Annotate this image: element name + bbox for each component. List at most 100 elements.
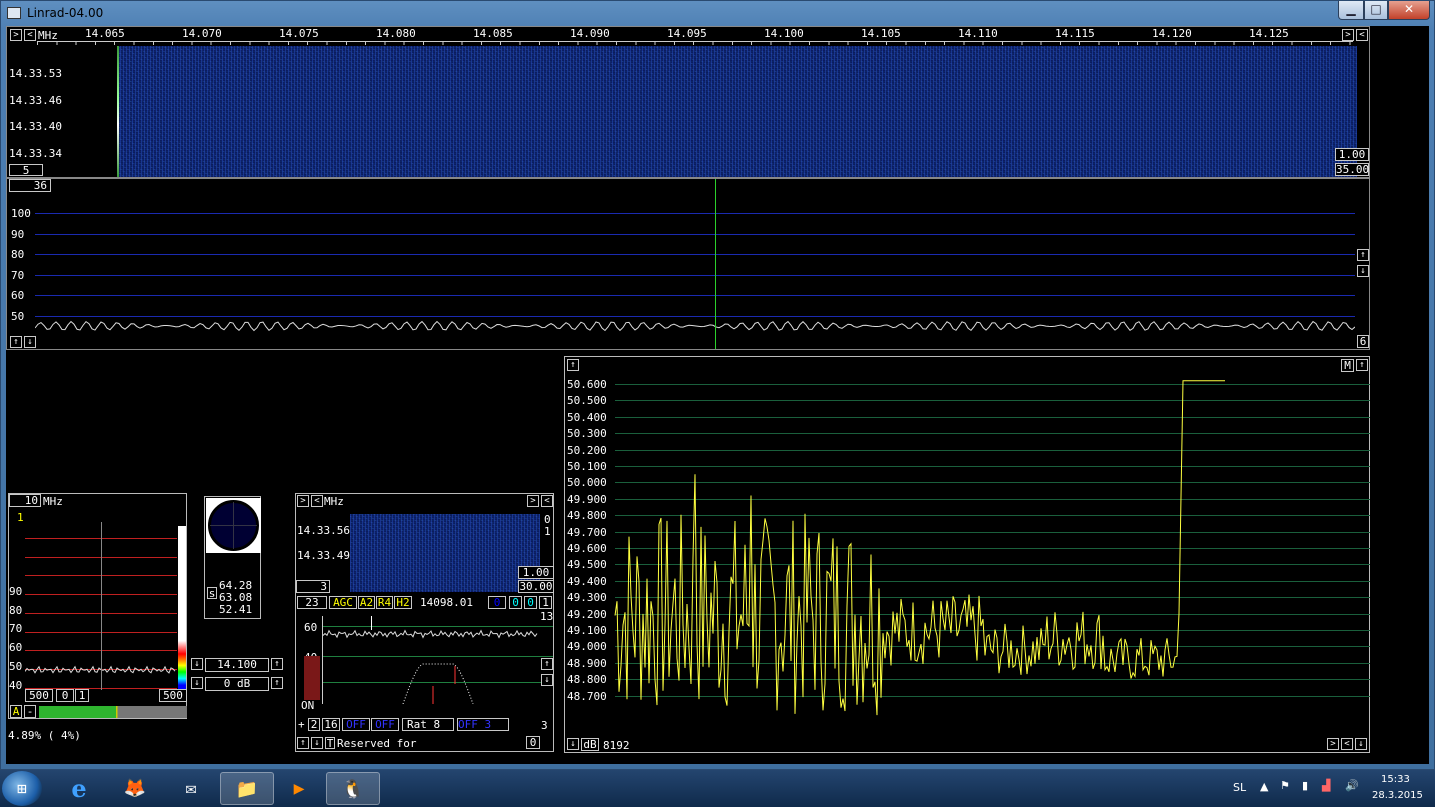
bb-control-button[interactable]: R4 bbox=[376, 596, 393, 609]
main-waterfall-image[interactable] bbox=[117, 46, 1357, 177]
bb-off-button[interactable]: OFF 3 bbox=[457, 718, 509, 731]
frequency-box[interactable]: 14.100 bbox=[205, 658, 269, 672]
maximize-button[interactable]: □ bbox=[1364, 1, 1388, 20]
sgraph-down-arrow[interactable]: ↓ bbox=[567, 738, 579, 750]
bb-end-box[interactable]: 0 bbox=[526, 736, 540, 749]
freq-down-arrow[interactable]: ↓ bbox=[191, 658, 203, 670]
waterfall-left-box[interactable]: 5 bbox=[9, 164, 43, 176]
baseband-waterfall[interactable] bbox=[350, 514, 540, 592]
bb-left-box[interactable]: 3 bbox=[296, 580, 330, 593]
spectrum-down-arrow[interactable]: ↓ bbox=[1357, 265, 1369, 277]
window-title: Linrad-04.00 bbox=[27, 6, 104, 20]
taskbar-firefox-icon[interactable]: 🦊 bbox=[108, 772, 162, 805]
bb-right-arrow-2[interactable]: < bbox=[541, 495, 553, 507]
app-icon bbox=[7, 7, 21, 19]
title-bar[interactable]: Linrad-04.00 ▁ □ ✕ bbox=[1, 1, 1435, 26]
bb-control-button[interactable]: 0 bbox=[509, 596, 522, 609]
minimize-button[interactable]: ▁ bbox=[1338, 1, 1364, 20]
bb-range-box[interactable]: 30.00 bbox=[518, 580, 554, 593]
bb-control-button[interactable]: A2 bbox=[358, 596, 375, 609]
bb-left-up-arrow[interactable]: ↑ bbox=[297, 737, 309, 749]
s-meter-box-1[interactable]: 500 bbox=[25, 689, 53, 702]
taskbar-explorer-icon[interactable]: 📁 bbox=[220, 772, 274, 805]
freq-tick-label: 14.075 bbox=[279, 27, 319, 40]
bb-reserved-text: Reserved for bbox=[337, 737, 417, 750]
taskbar-mail-icon[interactable]: ✉ bbox=[164, 772, 218, 805]
clock-date[interactable]: 28.3.2015 bbox=[1372, 790, 1423, 801]
freq-tick-label: 14.085 bbox=[473, 27, 513, 40]
bb-control-button[interactable]: 0 bbox=[488, 596, 506, 609]
sgraph-left-arrow[interactable]: < bbox=[1341, 738, 1353, 750]
s-meter-unit: MHz bbox=[43, 495, 63, 508]
bb-up-arrow[interactable]: ↑ bbox=[541, 658, 553, 670]
bb-plus-button[interactable]: + bbox=[298, 718, 305, 731]
tray-volume-icon[interactable]: 🔊 bbox=[1345, 779, 1359, 792]
scroll-right-arrow-2[interactable]: < bbox=[1356, 29, 1368, 41]
s-meter-color-bar bbox=[178, 526, 186, 690]
s-meter-box-2[interactable]: 0 bbox=[56, 689, 74, 702]
spectrum-db-label: 60 bbox=[11, 289, 25, 303]
waterfall-gain-box[interactable]: 1.00 bbox=[1335, 148, 1369, 161]
s-meter-db-label: 80 bbox=[9, 603, 23, 617]
waterfall-time-label: 14.33.53 bbox=[9, 67, 62, 80]
bb-level-bar bbox=[304, 656, 320, 700]
s-meter-db-labels: 90 80 70 60 50 40 bbox=[9, 522, 25, 692]
bb-down-arrow[interactable]: ↓ bbox=[541, 674, 553, 686]
taskbar-ie-icon[interactable]: e bbox=[52, 772, 106, 805]
gain-up-arrow[interactable]: ↑ bbox=[271, 677, 283, 689]
clock-time[interactable]: 15:33 bbox=[1381, 774, 1410, 785]
bb-bottom-button[interactable]: 16 bbox=[322, 718, 340, 731]
baseband-panel: > < MHz > < 14.33.56 14.33.49 0 1 3 1.00… bbox=[295, 493, 554, 752]
bb-control-button[interactable]: 1 bbox=[539, 596, 552, 609]
tray-show-hidden-icon[interactable]: ▲ bbox=[1260, 780, 1268, 793]
tuning-marker-line[interactable] bbox=[715, 179, 716, 349]
bb-right-arrow[interactable]: > bbox=[527, 495, 539, 507]
spectrum-db-label: 100 bbox=[11, 207, 31, 220]
tray-battery-icon[interactable]: ▮ bbox=[1302, 779, 1308, 792]
freq-up-arrow[interactable]: ↑ bbox=[271, 658, 283, 670]
bb-control-button[interactable]: 23 bbox=[297, 596, 327, 609]
close-button[interactable]: ✕ bbox=[1388, 1, 1430, 20]
bb-off-button[interactable]: OFF bbox=[371, 718, 399, 731]
language-indicator[interactable]: SL bbox=[1233, 781, 1246, 794]
bb-left-down-arrow[interactable]: ↓ bbox=[311, 737, 323, 749]
bb-control-button[interactable]: 0 bbox=[524, 596, 537, 609]
s-meter-dash-button[interactable]: - bbox=[24, 705, 36, 718]
tray-network-icon[interactable]: ▟ bbox=[1322, 779, 1330, 792]
scope-panel: s 64.28 63.08 52.41 bbox=[204, 496, 261, 619]
bb-time-1: 14.33.56 bbox=[297, 524, 350, 537]
gain-down-arrow[interactable]: ↓ bbox=[191, 677, 203, 689]
bb-left-arrow-2[interactable]: < bbox=[311, 495, 323, 507]
bb-t-button[interactable]: T bbox=[325, 737, 335, 749]
s-meter-a-button[interactable]: A bbox=[10, 705, 22, 718]
bb-control-button[interactable]: AGC bbox=[329, 596, 357, 609]
taskbar-linrad-icon[interactable]: 🐧 bbox=[326, 772, 380, 805]
bb-rat-button[interactable]: Rat 8 bbox=[402, 718, 454, 731]
scroll-right-arrow[interactable]: > bbox=[1342, 29, 1354, 41]
scope-s-label[interactable]: s bbox=[207, 587, 217, 599]
gain-box[interactable]: 0 dB bbox=[205, 677, 269, 691]
sgraph-db-button[interactable]: dB bbox=[581, 738, 599, 751]
tray-flag-icon[interactable]: ⚑ bbox=[1280, 779, 1290, 792]
spectrum-up-arrow[interactable]: ↑ bbox=[1357, 249, 1369, 261]
sgraph-right-down-arrow[interactable]: ↓ bbox=[1355, 738, 1367, 750]
waterfall-range-box[interactable]: 35.00 bbox=[1335, 163, 1369, 176]
spectrum-left-down-arrow[interactable]: ↓ bbox=[24, 336, 36, 348]
sgraph-right-arrow[interactable]: > bbox=[1327, 738, 1339, 750]
bb-bottom-button[interactable]: 2 bbox=[308, 718, 320, 731]
s-meter-box-3[interactable]: 1 bbox=[75, 689, 89, 702]
start-button[interactable]: ⊞ bbox=[2, 771, 42, 806]
bb-gain-box[interactable]: 1.00 bbox=[518, 566, 554, 579]
bb-control-button[interactable]: H2 bbox=[394, 596, 412, 609]
freq-ruler[interactable] bbox=[37, 41, 1353, 45]
cpu-status: 4.89% ( 4%) bbox=[8, 729, 81, 742]
spectrum-right-box[interactable]: 6 bbox=[1357, 335, 1369, 348]
taskbar-media-icon[interactable]: ▶ bbox=[272, 772, 326, 805]
spectrum-left-up-arrow[interactable]: ↑ bbox=[10, 336, 22, 348]
bb-left-arrow[interactable]: > bbox=[297, 495, 309, 507]
bb-off-button[interactable]: OFF bbox=[342, 718, 370, 731]
s-meter-panel: 10 MHz 1 90 80 70 60 50 40 500 0 1 500 A - bbox=[8, 493, 187, 719]
s-meter-top-box[interactable]: 10 bbox=[9, 494, 41, 507]
freq-tick-label: 14.100 bbox=[764, 27, 804, 40]
s-meter-box-4[interactable]: 500 bbox=[159, 689, 187, 702]
